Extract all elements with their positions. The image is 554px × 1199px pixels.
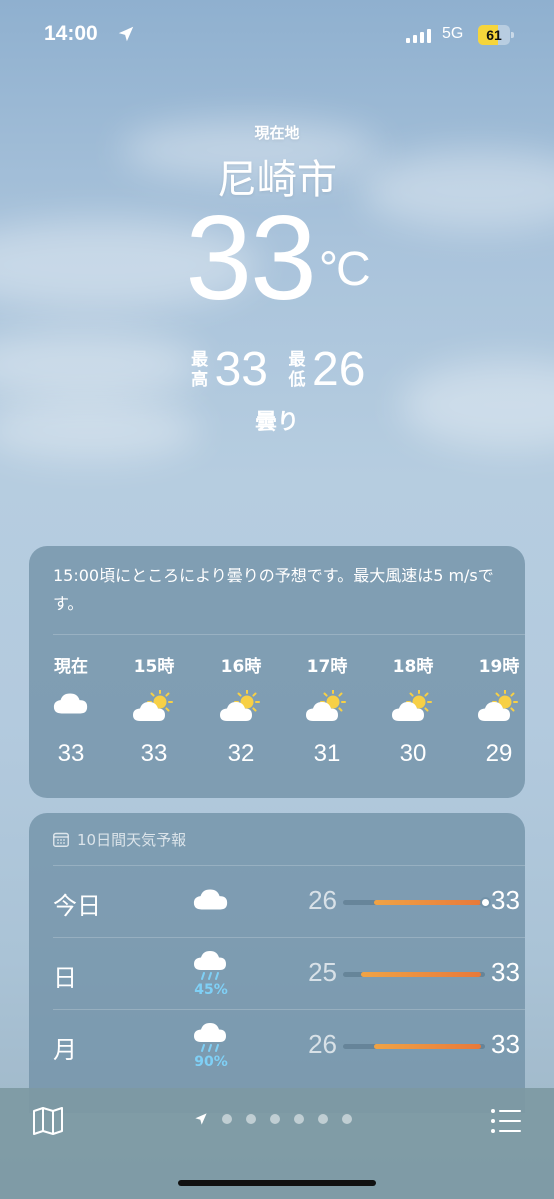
precipitation-chance: 90%	[194, 1054, 228, 1070]
high-temperature: 33	[491, 885, 520, 915]
daily-forecast-card[interactable]: 10日間天気予報 今日 26 33 日 45% 25 33 月 90% 26 33	[29, 813, 525, 1113]
hour-temperature: 31	[313, 740, 341, 767]
hour-label: 15時	[133, 657, 175, 677]
low-temperature: 26	[308, 885, 337, 915]
battery-level: 61	[486, 27, 502, 43]
weather-condition: 曇り	[254, 410, 299, 435]
partly-sunny-icon	[464, 690, 525, 726]
partly-sunny-icon	[378, 690, 448, 726]
cellular-signal-icon	[406, 29, 431, 43]
partly-sunny-icon	[292, 690, 362, 726]
day-label: 日	[53, 964, 77, 992]
high-temperature: 33	[214, 343, 268, 396]
high-low: 最高 33 最低 26	[0, 342, 554, 397]
daily-row[interactable]: 今日 26 33	[53, 865, 525, 937]
hourly-forecast-card[interactable]: 15:00頃にところにより曇りの予想です。最大風速は5 m/sです。 現在 33 1…	[29, 546, 525, 798]
page-dot[interactable]	[342, 1114, 352, 1124]
hourly-list[interactable]: 現在 33 15時 33 16時 32 17時 31 18時 30 19時 29	[29, 546, 525, 798]
day-label: 月	[53, 1036, 77, 1064]
low-temperature: 26	[312, 343, 366, 396]
high-temperature: 33	[491, 957, 520, 987]
hour-label: 18時	[392, 657, 434, 677]
daily-forecast-title: 10日間天気予報	[77, 830, 187, 849]
page-dot[interactable]	[222, 1114, 232, 1124]
high-label: 最高	[191, 349, 209, 390]
battery-icon: 61	[478, 25, 514, 45]
status-bar: 14:00 5G 61	[0, 22, 554, 52]
hour-temperature: 33	[57, 740, 85, 767]
temperature-range	[373, 900, 481, 905]
hour-temperature: 32	[227, 740, 255, 767]
page-dot[interactable]	[318, 1114, 328, 1124]
list-icon[interactable]	[490, 1108, 522, 1134]
location-arrow-icon	[195, 1113, 207, 1125]
hourly-item: 15時 33	[119, 652, 189, 768]
current-temperature: 33°C	[0, 198, 554, 318]
daily-row[interactable]: 月 90% 26 33	[53, 1009, 525, 1081]
page-dot[interactable]	[270, 1114, 280, 1124]
partly-sunny-icon	[119, 690, 189, 726]
calendar-icon	[53, 832, 69, 847]
hourly-item: 18時 30	[378, 652, 448, 768]
hour-label: 現在	[54, 657, 88, 677]
location-arrow-icon	[118, 26, 134, 42]
temperature-range-bar	[343, 899, 489, 906]
current-location-label: 現在地	[254, 124, 300, 142]
low-temperature: 26	[308, 1029, 337, 1059]
hour-label: 19時	[478, 657, 520, 677]
hour-temperature: 30	[399, 740, 427, 767]
cloud-icon	[189, 878, 233, 930]
temperature-range-bar	[343, 1044, 485, 1049]
hour-temperature: 29	[485, 740, 513, 767]
hourly-item: 19時 29	[464, 652, 525, 768]
page-dot[interactable]	[294, 1114, 304, 1124]
home-indicator[interactable]	[178, 1180, 376, 1186]
daily-forecast-header: 10日間天気予報	[53, 829, 186, 849]
temperature-range-bar	[343, 972, 485, 977]
hourly-item: 現在 33	[36, 652, 106, 768]
rain-icon: 45%	[189, 950, 233, 1002]
cloud-icon	[36, 690, 106, 726]
hour-label: 17時	[306, 657, 348, 677]
page-dot[interactable]	[246, 1114, 256, 1124]
current-temp-marker	[482, 899, 489, 906]
hour-temperature: 33	[140, 740, 168, 767]
temperature-range	[361, 972, 481, 977]
temperature-range	[373, 1044, 481, 1049]
daily-row[interactable]: 日 45% 25 33	[53, 937, 525, 1009]
day-label: 今日	[53, 892, 101, 920]
rain-icon: 90%	[189, 1022, 233, 1074]
low-label: 最低	[288, 349, 306, 390]
high-temperature: 33	[491, 1029, 520, 1059]
temperature-value: 33	[185, 191, 316, 325]
partly-sunny-icon	[206, 690, 276, 726]
status-time: 14:00	[44, 22, 98, 45]
network-type: 5G	[442, 25, 464, 42]
map-icon[interactable]	[32, 1106, 64, 1136]
hourly-item: 16時 32	[206, 652, 276, 768]
temperature-unit: °C	[318, 243, 371, 296]
hourly-item: 17時 31	[292, 652, 362, 768]
hour-label: 16時	[220, 657, 262, 677]
precipitation-chance: 45%	[194, 982, 228, 998]
low-temperature: 25	[308, 957, 337, 987]
page-indicator[interactable]	[194, 1112, 352, 1126]
